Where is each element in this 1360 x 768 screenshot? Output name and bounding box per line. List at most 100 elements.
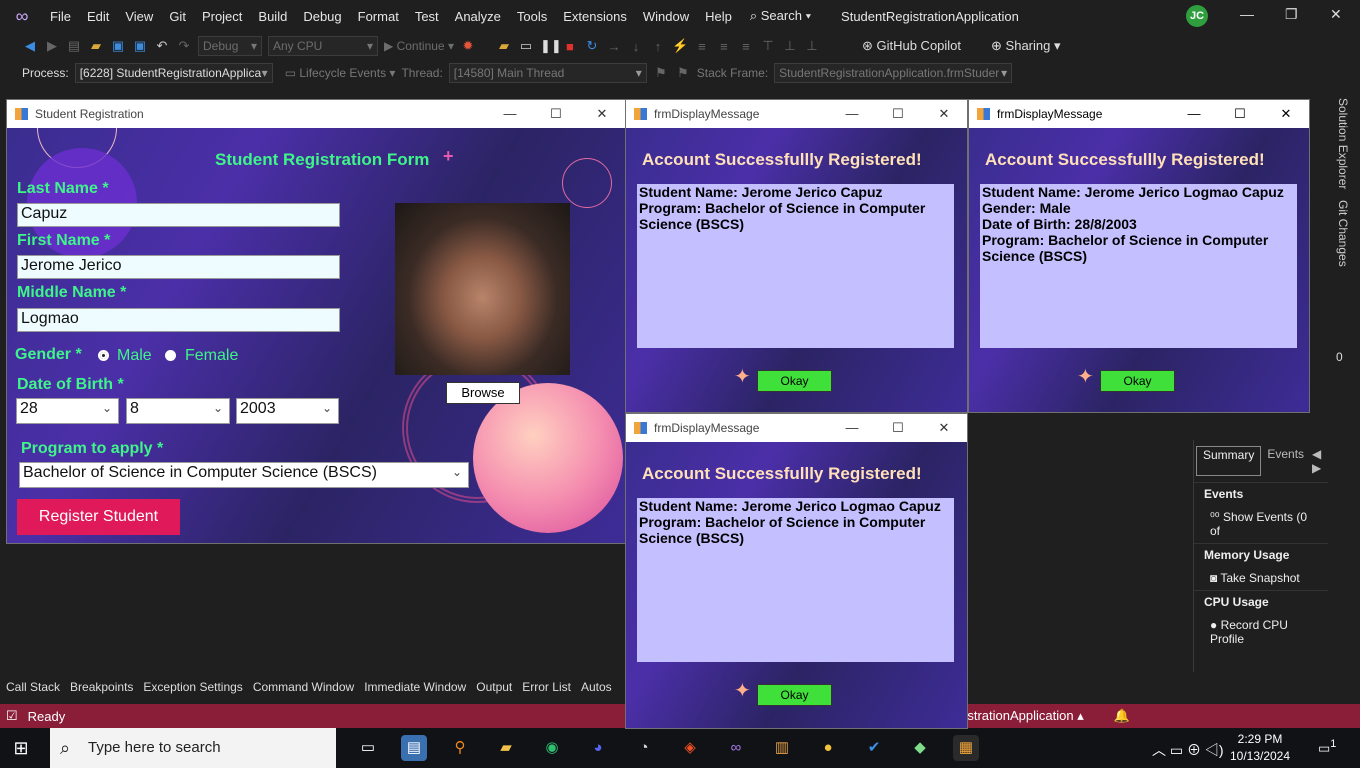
align-icon[interactable]: ≡ — [694, 39, 710, 54]
app-icon[interactable]: ◆ — [907, 735, 933, 761]
menu-project[interactable]: Project — [194, 9, 250, 24]
tab-git-changes[interactable]: Git Changes — [1336, 200, 1350, 267]
minimize-button[interactable]: — — [829, 414, 875, 442]
last-name-input[interactable]: Capuz — [17, 203, 340, 227]
back-icon[interactable]: ◀ — [22, 38, 38, 54]
year-select[interactable]: 2003 ⌄ — [236, 398, 339, 424]
menu-window[interactable]: Window — [635, 9, 697, 24]
take-snapshot-button[interactable]: ◙ Take Snapshot — [1194, 566, 1328, 590]
tab-exception-settings[interactable]: Exception Settings — [143, 680, 242, 694]
day-select[interactable]: 28 ⌄ — [16, 398, 119, 424]
step-out-icon[interactable]: ↑ — [650, 39, 666, 54]
tab-error-list[interactable]: Error List — [522, 680, 571, 694]
save-all-icon[interactable]: ▣ — [132, 38, 148, 54]
configuration-select[interactable]: Debug — [198, 36, 262, 56]
redo-icon[interactable]: ↷ — [176, 38, 192, 54]
todo-icon[interactable]: ✔ — [861, 735, 887, 761]
taskbar-search-input[interactable]: ⌕ Type here to search — [50, 728, 336, 768]
github-copilot-button[interactable]: ⊛ GitHub Copilot — [862, 38, 961, 54]
open-icon[interactable]: ▰ — [88, 38, 104, 54]
align-right-icon[interactable]: ≡ — [738, 39, 754, 54]
discord-icon[interactable]: ◕ — [585, 735, 611, 761]
pause-icon[interactable]: ❚❚ — [540, 38, 562, 54]
menu-view[interactable]: View — [117, 9, 161, 24]
new-project-icon[interactable]: ▤ — [66, 38, 82, 54]
tab-immediate-window[interactable]: Immediate Window — [364, 680, 466, 694]
restore-icon[interactable]: ❐ — [1285, 6, 1298, 23]
minimize-button[interactable]: — — [829, 100, 875, 128]
avatar[interactable]: JC — [1186, 5, 1208, 27]
first-name-input[interactable]: Jerome Jerico — [17, 255, 340, 279]
step-over-icon[interactable]: ↓ — [628, 39, 644, 54]
female-radio[interactable] — [165, 350, 176, 361]
close-button[interactable]: ✕ — [921, 100, 967, 128]
step-into-icon[interactable]: → — [606, 39, 622, 54]
library-icon[interactable]: ▥ — [769, 735, 795, 761]
weather-icon[interactable]: ● — [815, 735, 841, 761]
menu-edit[interactable]: Edit — [79, 9, 117, 24]
tab-events[interactable]: Events — [1265, 446, 1306, 476]
align-middle-icon[interactable]: ⊥ — [782, 38, 798, 54]
program-select[interactable]: Bachelor of Science in Computer Science … — [19, 462, 469, 488]
close-button[interactable]: ✕ — [579, 100, 625, 128]
menu-build[interactable]: Build — [250, 9, 295, 24]
tab-output[interactable]: Output — [476, 680, 512, 694]
maximize-button[interactable]: ☐ — [875, 100, 921, 128]
show-events-link[interactable]: ⁰⁰ Show Events (0 of — [1194, 505, 1328, 543]
scroll-arrows-icon[interactable]: ◀ ▶ — [1310, 446, 1326, 476]
brave-icon[interactable]: ◈ — [677, 735, 703, 761]
task-view-icon[interactable]: ▭ — [355, 735, 381, 761]
okay-button[interactable]: Okay — [757, 370, 832, 392]
menu-debug[interactable]: Debug — [295, 9, 349, 24]
close-button[interactable]: ✕ — [1263, 100, 1309, 128]
tab-call-stack[interactable]: Call Stack — [6, 680, 60, 694]
sharing-button[interactable]: ⊕ Sharing ▾ — [991, 38, 1060, 54]
menu-test[interactable]: Test — [407, 9, 447, 24]
menu-format[interactable]: Format — [350, 9, 407, 24]
search-menu[interactable]: ⌕ Search ▾ — [750, 8, 811, 24]
record-cpu-profile-button[interactable]: ● Record CPU Profile — [1194, 613, 1328, 651]
layout-icon[interactable]: ▭ — [518, 38, 534, 54]
tab-command-window[interactable]: Command Window — [253, 680, 354, 694]
file-explorer-icon[interactable]: ▰ — [493, 735, 519, 761]
close-button[interactable]: ✕ — [921, 414, 967, 442]
menu-git[interactable]: Git — [161, 9, 194, 24]
undo-icon[interactable]: ↶ — [154, 38, 170, 54]
female-label[interactable]: Female — [185, 347, 238, 365]
middle-name-input[interactable]: Logmao — [17, 308, 340, 332]
forward-icon[interactable]: ▶ — [44, 38, 60, 54]
message-textbox[interactable]: Student Name: Jerome Jerico Capuz Progra… — [637, 184, 954, 348]
minimize-button[interactable]: — — [1171, 100, 1217, 128]
search-app-icon[interactable]: ⚲ — [447, 735, 473, 761]
okay-button[interactable]: Okay — [757, 684, 832, 706]
message-textbox[interactable]: Student Name: Jerome Jerico Logmao Capuz… — [637, 498, 954, 662]
notification-bell-icon[interactable]: 🔔 — [1114, 708, 1130, 724]
maximize-button[interactable]: ☐ — [875, 414, 921, 442]
diagnostic-icon[interactable]: ⚡ — [672, 38, 688, 54]
close-icon[interactable]: ✕ — [1330, 6, 1342, 23]
menu-file[interactable]: File — [42, 9, 79, 24]
running-app-icon[interactable]: ▦ — [953, 735, 979, 761]
save-icon[interactable]: ▣ — [110, 38, 126, 54]
hot-reload-icon[interactable]: ✹ — [460, 38, 476, 54]
thread-select[interactable]: [14580] Main Thread — [448, 63, 647, 83]
flag-icon[interactable]: ⚑ — [653, 65, 669, 81]
continue-button[interactable]: ▶ Continue ▾ — [384, 39, 454, 53]
stack-frame-select[interactable]: StudentRegistrationApplication.frmStuder — [774, 63, 1013, 83]
visual-studio-icon[interactable]: ∞ — [723, 735, 749, 761]
visual-studio-logo-icon[interactable]: ∞ — [12, 6, 32, 26]
male-label[interactable]: Male — [117, 347, 152, 365]
app-icon[interactable]: ◔ — [631, 735, 657, 761]
menu-extensions[interactable]: Extensions — [555, 9, 635, 24]
message-textbox[interactable]: Student Name: Jerome Jerico Logmao Capuz… — [980, 184, 1297, 348]
restart-icon[interactable]: ↻ — [584, 38, 600, 54]
thread-flag-icon[interactable]: ⚑ — [675, 65, 691, 81]
align-top-icon[interactable]: ⊤ — [760, 38, 776, 54]
platform-select[interactable]: Any CPU — [268, 36, 378, 56]
notification-center-icon[interactable]: ▭1 — [1318, 738, 1336, 756]
tray-icons[interactable]: ︿ ▭ ⊕ ◁) — [1152, 740, 1224, 760]
clock[interactable]: 2:29 PM 10/13/2024 — [1220, 731, 1300, 765]
maximize-button[interactable]: ☐ — [533, 100, 579, 128]
process-select[interactable]: [6228] StudentRegistrationApplica — [74, 63, 273, 83]
menu-analyze[interactable]: Analyze — [447, 9, 509, 24]
